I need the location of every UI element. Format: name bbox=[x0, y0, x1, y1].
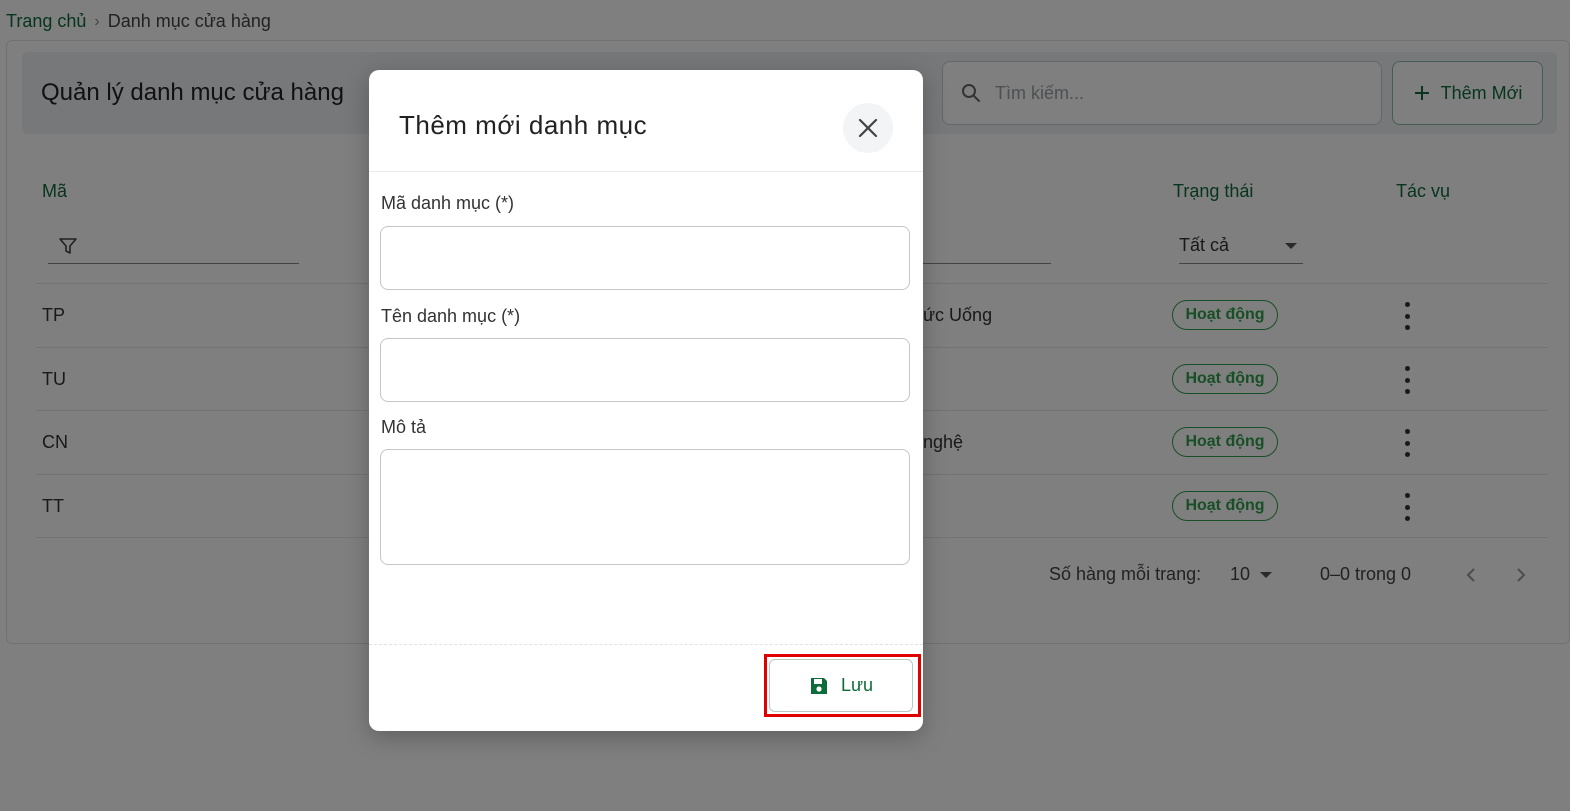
description-textarea[interactable] bbox=[380, 449, 910, 565]
add-category-dialog: Thêm mới danh mục Mã danh mục (*) Tên da… bbox=[369, 70, 923, 731]
category-name-label: Tên danh mục (*) bbox=[381, 306, 521, 326]
footer-divider bbox=[369, 644, 923, 645]
close-icon bbox=[858, 118, 878, 138]
category-code-label: Mã danh mục (*) bbox=[381, 193, 515, 213]
dialog-title: Thêm mới danh mục bbox=[399, 110, 648, 140]
save-label: Lưu bbox=[840, 675, 874, 695]
category-code-input[interactable] bbox=[380, 226, 910, 290]
close-button[interactable] bbox=[843, 103, 893, 153]
category-name-input[interactable] bbox=[380, 338, 910, 402]
save-button[interactable]: Lưu bbox=[769, 659, 913, 712]
description-label: Mô tả bbox=[381, 417, 427, 437]
floppy-disk-icon bbox=[810, 677, 827, 694]
dialog-divider bbox=[369, 171, 923, 172]
